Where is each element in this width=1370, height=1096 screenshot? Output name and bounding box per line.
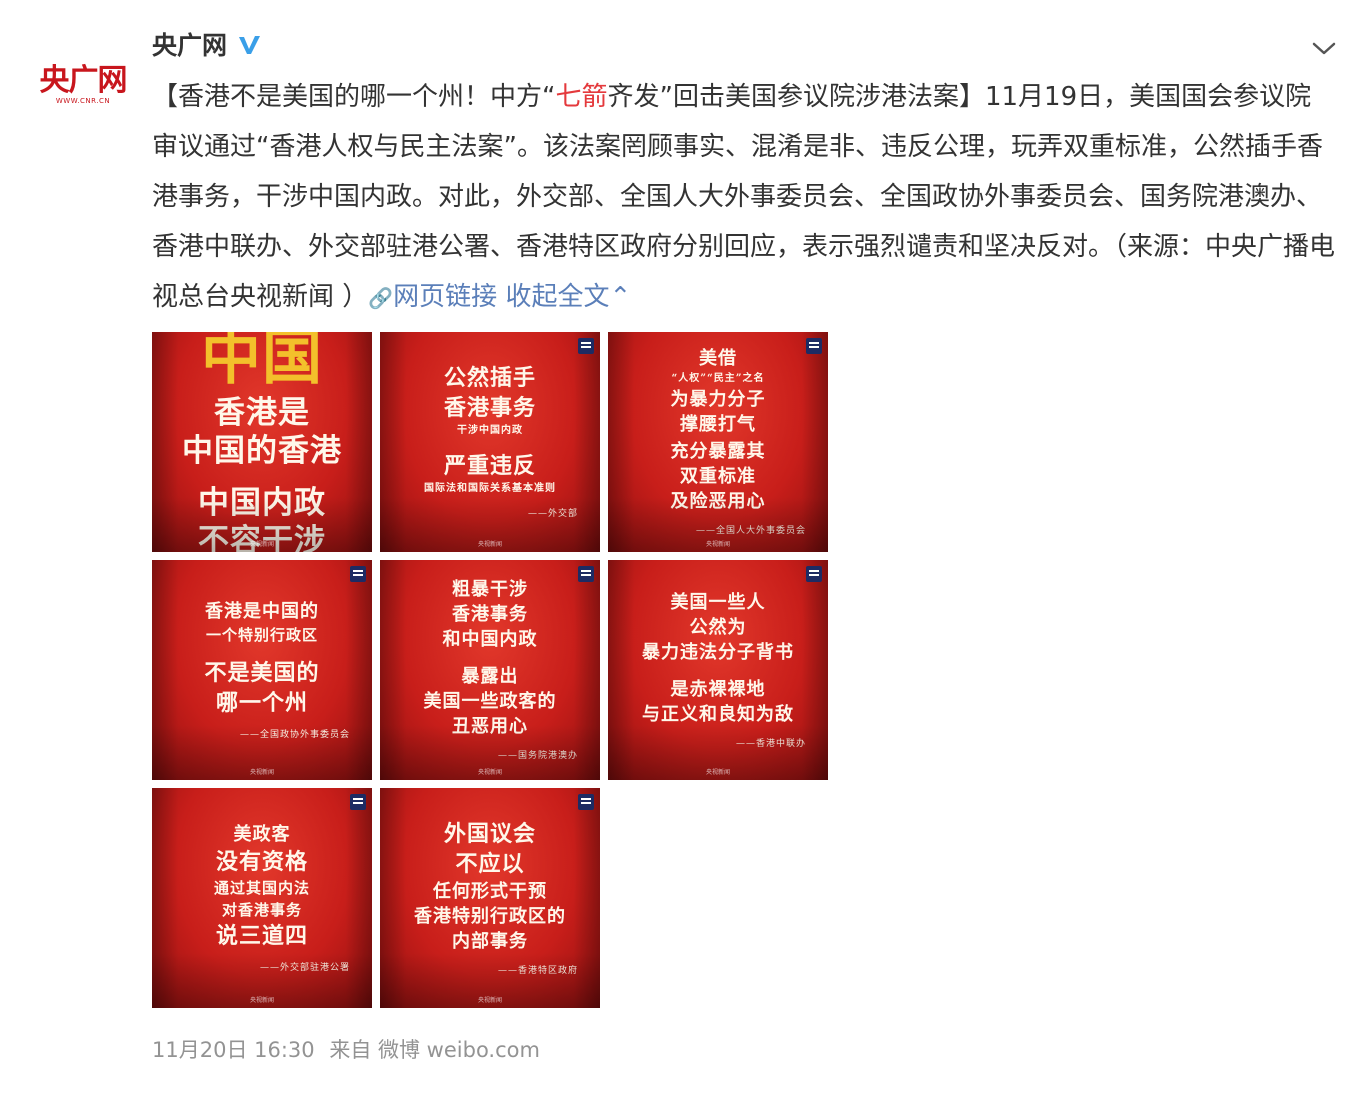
- image-text-line: 干涉中国内政: [457, 425, 523, 436]
- post-text-body: 齐发”回击美国参议院涉港法案】11月19日，美国国会参议院审议通过“香港人权与民…: [152, 82, 1336, 312]
- username-row: 央广网: [152, 28, 263, 64]
- image-text-line: 严重违反: [443, 453, 536, 479]
- web-link[interactable]: 网页链接: [393, 282, 497, 312]
- post-text-intro: 【香港不是美国的哪一个州！中方“: [152, 82, 556, 112]
- image-source-label: ——外交部驻港公署: [259, 962, 350, 973]
- image-footer-watermark: 央视新闻: [249, 541, 274, 548]
- image-text-line: 美国一些政客的: [423, 691, 557, 712]
- image-thumbnail[interactable]: 粗暴干涉香港事务和中国内政暴露出美国一些政客的 丑恶用心 ——国务院港澳办央视新闻: [380, 560, 600, 780]
- cctv-news-logo-icon: [806, 566, 822, 582]
- image-thumbnail[interactable]: 外国议会不应以任何形式干预 香港特别行政区的 内部事务 ——香港特区政府央视新闻: [380, 788, 600, 1008]
- cctv-news-logo-icon: [350, 794, 366, 810]
- post-text-highlight: 七箭: [555, 82, 608, 112]
- image-source-label: ——全国人大外事委员会: [695, 526, 806, 536]
- image-text-line: 及险恶用心: [670, 491, 766, 512]
- image-text-line: 美借: [699, 348, 737, 369]
- image-text-line: 一个特别行政区: [205, 625, 318, 644]
- image-source-label: ——香港特区政府: [497, 965, 578, 976]
- link-icon[interactable]: 🔗: [368, 286, 393, 310]
- image-text-block: 香港是中国的 一个特别行政区不是美国的哪一个州 ——全国政协外事委员会: [160, 574, 364, 766]
- image-text-line: 中国的香港: [182, 433, 342, 469]
- image-text-line: 香港事务: [443, 395, 536, 421]
- avatar[interactable]: 央广网 WWW.CNR.CN: [28, 30, 138, 140]
- username[interactable]: 央广网: [152, 28, 227, 64]
- image-text-line: 为暴力分子: [670, 389, 766, 410]
- image-source-label: ——香港中联办: [735, 738, 806, 749]
- image-text-line: 没有资格: [215, 848, 308, 875]
- image-grid: 中国 香港是 中国的香港 中国内政 不容干涉 央视新闻 公然插手 香港事务 干涉中国内政 严重违反…: [152, 332, 828, 1008]
- image-text-block: 美借 “人权”“民主”之名为暴力分子撑腰打气充分暴露其双重标准及险恶用心 ——全国人…: [616, 346, 820, 538]
- avatar-logo-url: WWW.CNR.CN: [55, 97, 111, 105]
- image-text-block: 外国议会不应以任何形式干预 香港特别行政区的 内部事务 ——香港特区政府: [388, 802, 592, 994]
- image-text-line: 任何形式干预: [433, 880, 547, 902]
- image-text-line: 内部事务: [452, 930, 528, 952]
- image-text-block: 中国 香港是 中国的香港 中国内政 不容干涉: [160, 332, 364, 552]
- image-thumbnail[interactable]: 中国 香港是 中国的香港 中国内政 不容干涉 央视新闻: [152, 332, 372, 552]
- image-footer-watermark: 央视新闻: [477, 997, 502, 1004]
- image-text-line: 香港是: [214, 395, 310, 431]
- image-thumbnail[interactable]: 美国一些人公然为暴力违法分子背书 是赤裸裸地与正义和良知为敌 ——香港中联办央视新闻: [608, 560, 828, 780]
- verified-badge-icon: [239, 36, 261, 54]
- image-source-label: ——外交部: [527, 509, 578, 519]
- image-text-line: 香港是中国的: [205, 600, 319, 622]
- chevron-up-icon[interactable]: ⌃: [609, 282, 631, 312]
- image-text-line: 公然插手: [443, 365, 536, 391]
- image-text-line: 香港特别行政区的: [414, 905, 566, 927]
- cctv-news-logo-icon: [806, 338, 822, 354]
- image-text-line: 粗暴干涉: [452, 579, 528, 600]
- image-text-line: 和中国内政: [442, 629, 538, 650]
- image-text-line: 不是美国的: [204, 659, 320, 686]
- image-footer-watermark: 央视新闻: [477, 769, 502, 776]
- post-timestamp[interactable]: 11月20日 16:30: [152, 1038, 315, 1062]
- post-source: 来自 微博 weibo.com: [329, 1038, 540, 1062]
- image-thumbnail[interactable]: 美政客没有资格通过其国内法 对香港事务说三道四 ——外交部驻港公署央视新闻: [152, 788, 372, 1008]
- collapse-full-text-link[interactable]: 收起全文: [505, 282, 609, 312]
- cctv-news-logo-icon: [578, 338, 594, 354]
- post-meta: 11月20日 16:30 来自 微博 weibo.com: [152, 1034, 540, 1066]
- image-footer-watermark: 央视新闻: [249, 997, 274, 1004]
- image-text-line: 哪一个州: [215, 689, 308, 716]
- image-source-label: ——国务院港澳办: [497, 751, 578, 761]
- image-text-line: 香港事务: [452, 604, 528, 625]
- image-text-line: 与正义和良知为敌: [642, 703, 794, 725]
- avatar-logo-text: 央广网: [39, 63, 128, 98]
- image-text-line: 说三道四: [215, 922, 308, 949]
- image-text-line: 双重标准: [680, 466, 756, 487]
- image-text-line: 不应以: [455, 850, 525, 877]
- image-footer-watermark: 央视新闻: [705, 541, 730, 548]
- image-thumbnail[interactable]: 美借 “人权”“民主”之名为暴力分子撑腰打气充分暴露其双重标准及险恶用心 ——全国人…: [608, 332, 828, 552]
- image-text-line: 中国内政: [198, 485, 326, 521]
- image-text-line: 美国一些人: [670, 591, 766, 613]
- image-text-line: 美政客: [233, 823, 291, 845]
- image-footer-watermark: 央视新闻: [249, 769, 274, 776]
- image-text-line: 是赤裸裸地: [670, 678, 766, 700]
- image-text-line: 对香港事务: [221, 900, 302, 919]
- image-text-block: 粗暴干涉香港事务和中国内政暴露出美国一些政客的 丑恶用心 ——国务院港澳办: [388, 574, 592, 766]
- image-headline: 中国: [201, 332, 323, 393]
- image-thumbnail[interactable]: 公然插手香港事务干涉中国内政严重违反国际法和国际关系基本准则 ——外交部央视新闻: [380, 332, 600, 552]
- chevron-down-icon[interactable]: [1310, 34, 1338, 62]
- image-text-line: 公然为: [689, 616, 747, 638]
- cctv-news-logo-icon: [350, 566, 366, 582]
- cctv-news-logo-icon: [578, 794, 594, 810]
- image-text-line: 通过其国内法: [213, 878, 310, 897]
- image-text-line: 充分暴露其: [670, 441, 766, 462]
- image-text-line: 外国议会: [443, 820, 536, 847]
- image-text-line: 暴力违法分子背书: [642, 641, 794, 663]
- image-text-line: 国际法和国际关系基本准则: [424, 483, 556, 494]
- cctv-news-logo-icon: [578, 566, 594, 582]
- image-text-block: 美政客没有资格通过其国内法 对香港事务说三道四 ——外交部驻港公署: [160, 802, 364, 994]
- image-text-block: 公然插手香港事务干涉中国内政严重违反国际法和国际关系基本准则 ——外交部: [388, 346, 592, 538]
- image-thumbnail[interactable]: 香港是中国的 一个特别行政区不是美国的哪一个州 ——全国政协外事委员会央视新闻: [152, 560, 372, 780]
- image-text-line: 丑恶用心: [452, 716, 528, 737]
- image-text-block: 美国一些人公然为暴力违法分子背书 是赤裸裸地与正义和良知为敌 ——香港中联办: [616, 574, 820, 766]
- post-content: 【香港不是美国的哪一个州！中方“七箭齐发”回击美国参议院涉港法案】11月19日，…: [152, 72, 1337, 323]
- image-footer-watermark: 央视新闻: [705, 769, 730, 776]
- image-text-line: 暴露出: [461, 666, 519, 687]
- image-footer-watermark: 央视新闻: [477, 541, 502, 548]
- image-text-line: “人权”“民主”之名: [671, 373, 765, 384]
- image-text-line: 撑腰打气: [680, 414, 756, 435]
- image-source-label: ——全国政协外事委员会: [239, 729, 350, 740]
